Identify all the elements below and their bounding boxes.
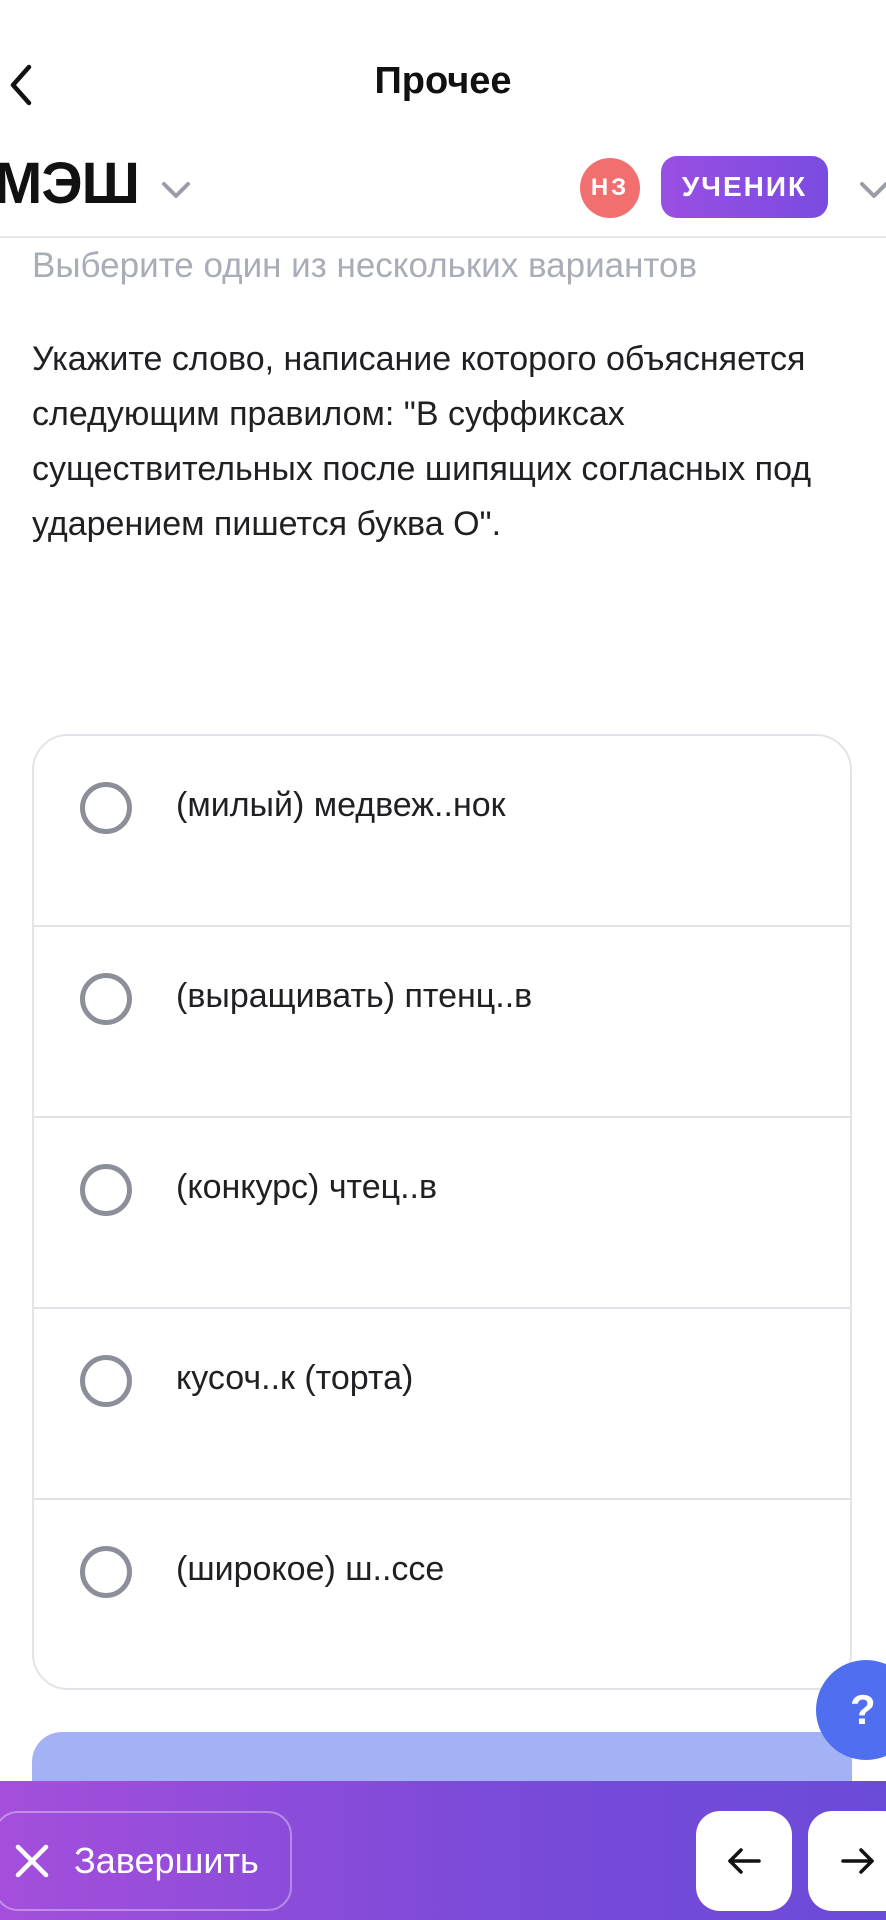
app-logo[interactable]: МЭШ [0, 154, 140, 214]
answer-option[interactable]: кусоч..к (торта) [34, 1309, 850, 1500]
question-text: Укажите слово, написание которого объясн… [32, 340, 812, 543]
answer-option[interactable]: (выращивать) птенц..в [34, 927, 850, 1118]
answer-option[interactable]: (милый) медвеж..нок [34, 736, 850, 927]
radio-button[interactable] [80, 782, 132, 834]
avatar[interactable]: НЗ [580, 158, 640, 218]
arrow-left-icon [728, 1848, 761, 1874]
answer-option[interactable]: (широкое) ш..ссе [34, 1500, 850, 1688]
navigation-bar: Прочее [0, 0, 886, 150]
answer-option[interactable]: (конкурс) чтец..в [34, 1118, 850, 1309]
radio-button[interactable] [80, 973, 132, 1025]
option-label: (конкурс) чтец..в [176, 1168, 438, 1206]
answer-options: (милый) медвеж..нок (выращивать) птенц..… [32, 734, 852, 1690]
next-question-button[interactable] [808, 1811, 886, 1911]
radio-button[interactable] [80, 1546, 132, 1598]
arrow-right-icon [841, 1848, 874, 1874]
page-title: Прочее [374, 60, 512, 102]
chevron-down-icon[interactable] [858, 170, 886, 210]
finish-button[interactable]: Завершить [0, 1811, 292, 1911]
previous-question-button[interactable] [696, 1811, 792, 1911]
chevron-down-icon[interactable] [156, 170, 196, 210]
finish-label: Завершить [74, 1840, 259, 1881]
task-instruction: Выберите один из нескольких вариантов [32, 246, 698, 285]
bottom-toolbar: Завершить [0, 1781, 886, 1920]
radio-button[interactable] [80, 1164, 132, 1216]
role-badge[interactable]: УЧЕНИК [661, 156, 828, 218]
option-label: (выращивать) птенц..в [176, 977, 533, 1015]
option-label: (широкое) ш..ссе [176, 1550, 445, 1588]
option-label: (милый) медвеж..нок [176, 786, 506, 824]
option-label: кусоч..к (торта) [176, 1359, 414, 1397]
radio-button[interactable] [80, 1355, 132, 1407]
app-header: МЭШ НЗ УЧЕНИК [0, 150, 886, 238]
close-icon [15, 1844, 49, 1878]
